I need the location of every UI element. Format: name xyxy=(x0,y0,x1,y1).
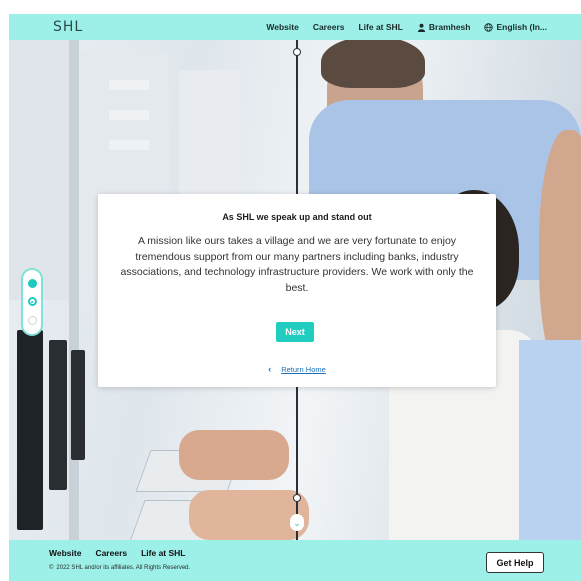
main-nav: Website Careers Life at SHL Bramhesh Eng… xyxy=(266,14,547,40)
chevron-down-icon: ⌄ xyxy=(293,517,301,528)
footer-website-link[interactable]: Website xyxy=(49,548,81,558)
return-home-link[interactable]: Return Home xyxy=(281,365,326,374)
copyright-notice: © 2022 SHL and/or its affiliates. All Ri… xyxy=(49,565,190,571)
man-hair xyxy=(321,40,425,88)
window-frame xyxy=(69,40,79,540)
footer-links: Website Careers Life at SHL xyxy=(49,548,186,558)
computer-monitor xyxy=(17,330,43,530)
scroll-down-button[interactable]: ⌄ xyxy=(290,514,304,531)
progress-stepper xyxy=(21,268,43,336)
step-indicator-completed[interactable] xyxy=(27,278,37,288)
card-heading: As SHL we speak up and stand out xyxy=(222,212,372,222)
background-building xyxy=(9,40,69,300)
page-frame: SHL Website Careers Life at SHL Bramhesh… xyxy=(9,14,581,581)
chevron-left-icon[interactable]: ‹ xyxy=(268,364,271,374)
nav-website-link[interactable]: Website xyxy=(266,22,298,32)
copyright-icon: © xyxy=(49,565,54,571)
computer-monitor xyxy=(71,350,85,460)
right-man-shirt xyxy=(519,340,581,540)
step-indicator-current[interactable] xyxy=(27,297,37,307)
hands-typing xyxy=(189,490,309,540)
language-selector[interactable]: English (In... xyxy=(484,22,547,32)
return-home-row: ‹ Return Home xyxy=(98,364,496,374)
next-button[interactable]: Next xyxy=(276,322,314,342)
nav-careers-link[interactable]: Careers xyxy=(313,22,345,32)
building-window xyxy=(109,110,149,120)
footer-careers-link[interactable]: Careers xyxy=(95,548,127,558)
content-card: As SHL we speak up and stand out A missi… xyxy=(98,194,496,387)
get-help-button[interactable]: Get Help xyxy=(486,552,544,573)
card-body-text: A mission like ours takes a village and … xyxy=(120,235,474,294)
hands-typing xyxy=(179,430,289,480)
user-icon xyxy=(417,23,425,32)
shl-logo[interactable]: SHL xyxy=(53,19,83,35)
top-navigation-bar: SHL Website Careers Life at SHL Bramhesh… xyxy=(9,14,581,40)
nav-life-at-shl-link[interactable]: Life at SHL xyxy=(358,22,402,32)
globe-icon xyxy=(484,22,494,32)
user-menu[interactable]: Bramhesh xyxy=(417,22,471,32)
copyright-text: 2022 SHL and/or its affiliates. All Righ… xyxy=(56,565,191,571)
building-window xyxy=(109,140,149,150)
timeline-dot xyxy=(293,494,301,502)
building-window xyxy=(109,80,149,90)
user-name: Bramhesh xyxy=(428,22,471,32)
language-label: English (In... xyxy=(496,22,547,32)
computer-monitor xyxy=(49,340,67,490)
footer-life-at-shl-link[interactable]: Life at SHL xyxy=(141,548,185,558)
step-indicator-upcoming[interactable] xyxy=(27,316,37,326)
footer: Website Careers Life at SHL © 2022 SHL a… xyxy=(9,540,581,581)
timeline-dot xyxy=(293,48,301,56)
